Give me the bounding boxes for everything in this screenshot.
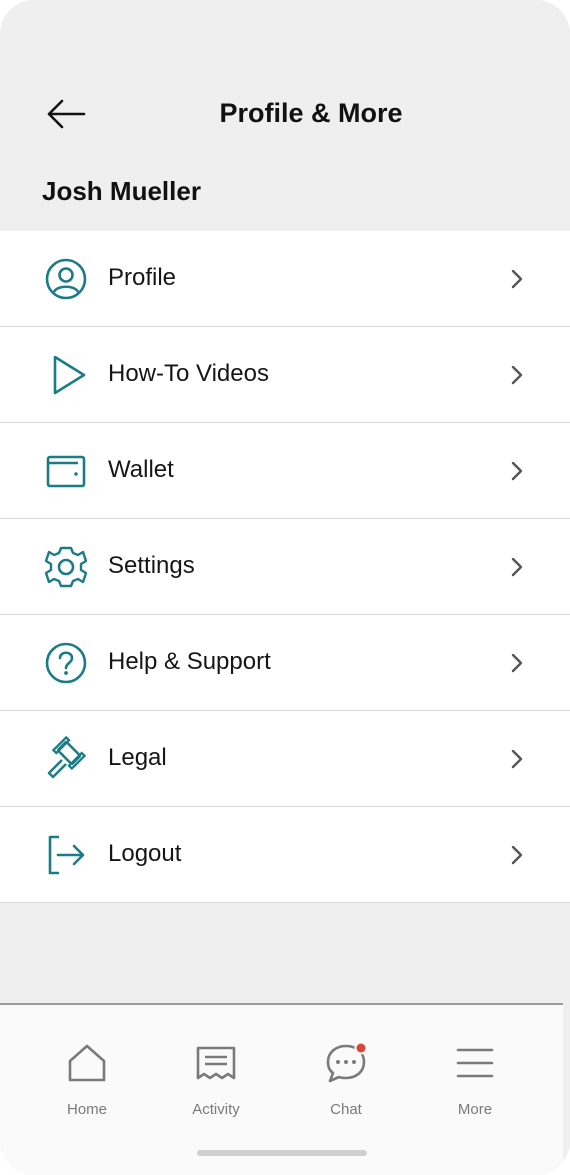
menu-item-legal[interactable]: Legal xyxy=(0,711,570,807)
home-indicator xyxy=(197,1150,367,1156)
chat-icon xyxy=(324,1041,368,1085)
gear-icon xyxy=(42,543,90,591)
wallet-icon xyxy=(42,447,90,495)
menu-item-label: Wallet xyxy=(108,456,174,483)
menu-item-how-to-videos[interactable]: How-To Videos xyxy=(0,327,570,423)
tab-more[interactable]: More xyxy=(415,1041,535,1131)
menu-list: Profile How-To Videos Wallet Settings He… xyxy=(0,231,570,903)
profile-screen: Profile & More Josh Mueller Profile How-… xyxy=(0,0,570,1175)
page-title: Profile & More xyxy=(219,98,403,128)
chevron-right-icon xyxy=(511,653,523,673)
tab-activity[interactable]: Activity xyxy=(156,1041,276,1131)
chevron-right-icon xyxy=(511,269,523,289)
menu-item-help-support[interactable]: Help & Support xyxy=(0,615,570,711)
menu-item-label: How-To Videos xyxy=(108,360,269,387)
menu-icon xyxy=(453,1041,497,1085)
menu-item-label: Settings xyxy=(108,552,195,579)
tab-label: Activity xyxy=(192,1101,240,1118)
chevron-right-icon xyxy=(511,365,523,385)
chevron-right-icon xyxy=(511,557,523,577)
chevron-right-icon xyxy=(511,845,523,865)
tab-label: More xyxy=(457,1101,493,1118)
menu-item-logout[interactable]: Logout xyxy=(0,807,570,903)
tab-label: Chat xyxy=(330,1101,362,1118)
logout-icon xyxy=(42,831,90,879)
menu-item-wallet[interactable]: Wallet xyxy=(0,423,570,519)
menu-item-label: Profile xyxy=(108,264,177,291)
screen-edge xyxy=(563,1003,570,1175)
help-circle-icon xyxy=(42,639,90,687)
menu-item-label: Logout xyxy=(108,840,182,867)
home-icon xyxy=(65,1041,109,1085)
play-icon xyxy=(42,351,90,399)
header: Profile & More Josh Mueller xyxy=(0,0,570,231)
tab-home[interactable]: Home xyxy=(27,1041,147,1131)
tab-chat[interactable]: Chat xyxy=(286,1041,406,1131)
chevron-right-icon xyxy=(511,749,523,769)
gavel-icon xyxy=(42,735,90,783)
menu-item-label: Legal xyxy=(108,744,167,771)
menu-item-settings[interactable]: Settings xyxy=(0,519,570,615)
menu-item-label: Help & Support xyxy=(108,648,271,675)
menu-item-profile[interactable]: Profile xyxy=(0,231,570,327)
empty-area xyxy=(0,903,570,1003)
user-circle-icon xyxy=(42,255,90,303)
user-name: Josh Mueller xyxy=(42,176,201,206)
chevron-right-icon xyxy=(511,461,523,481)
tab-label: Home xyxy=(66,1101,107,1118)
receipt-icon xyxy=(194,1041,238,1085)
